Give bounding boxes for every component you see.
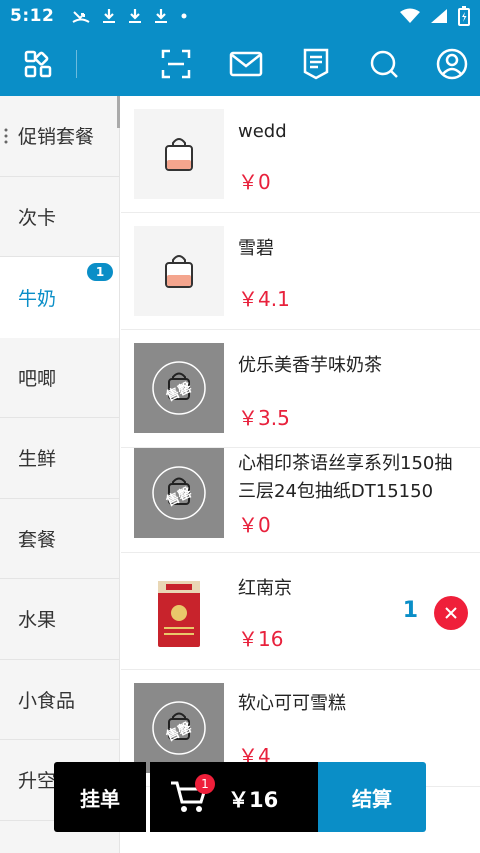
product-quantity: 1 bbox=[402, 598, 418, 623]
sidebar-scrollbar[interactable] bbox=[117, 96, 120, 128]
mail-icon[interactable] bbox=[228, 46, 264, 82]
cart-count-badge: 1 bbox=[195, 774, 215, 794]
category-label: 升空 bbox=[18, 770, 57, 793]
category-item[interactable]: 套餐 bbox=[0, 499, 119, 579]
remove-button[interactable] bbox=[434, 596, 468, 630]
product-name: wedd bbox=[238, 121, 287, 142]
cigarette-pack-icon bbox=[134, 569, 224, 659]
download-icon bbox=[103, 9, 116, 23]
soldout-icon: 售罄 bbox=[134, 448, 224, 538]
product-price: ￥4.1 bbox=[238, 287, 290, 311]
product-item[interactable]: 售罄 心相印茶语丝享系列150抽三层24包抽纸DT15150 ￥0 bbox=[121, 448, 480, 553]
product-name: 雪碧 bbox=[238, 238, 274, 259]
bag-icon bbox=[134, 109, 224, 199]
battery-charging-icon bbox=[458, 6, 470, 26]
product-price: ￥16 bbox=[238, 627, 284, 651]
product-price: ￥3.5 bbox=[238, 406, 290, 430]
missed-call-icon bbox=[72, 11, 90, 23]
checkout-bar: 挂单 1 ￥16 结算 bbox=[54, 762, 426, 832]
category-count-badge: 1 bbox=[87, 263, 113, 281]
category-label: 次卡 bbox=[18, 206, 57, 229]
toolbar bbox=[0, 32, 480, 96]
bag-icon bbox=[134, 226, 224, 316]
status-right-icons bbox=[400, 6, 470, 26]
category-label: 促销套餐 bbox=[18, 126, 95, 149]
product-item[interactable]: 售罄 优乐美香芋味奶茶 ￥3.5 bbox=[121, 330, 480, 448]
download-icon bbox=[129, 9, 142, 23]
category-item-active[interactable]: 牛奶 1 bbox=[0, 257, 119, 338]
cart-total: ￥16 bbox=[228, 788, 279, 812]
product-name: 心相印茶语丝享系列150抽三层24包抽纸DT15150 bbox=[238, 453, 453, 502]
dot-icon bbox=[181, 13, 187, 19]
close-icon bbox=[445, 607, 457, 619]
status-left-icons bbox=[72, 8, 188, 24]
category-item[interactable]: 次卡 bbox=[0, 177, 119, 257]
search-icon[interactable] bbox=[366, 46, 402, 82]
status-time: 5:12 bbox=[10, 6, 55, 26]
wifi-icon bbox=[400, 8, 420, 23]
product-price: ￥0 bbox=[238, 170, 271, 194]
receipt-icon[interactable] bbox=[298, 46, 334, 82]
product-list[interactable]: wedd ￥0 雪碧 ￥4.1 售罄 优乐美香芋味奶茶 ￥3.5 售罄 心相印茶… bbox=[121, 96, 480, 853]
product-name: 软心可可雪糕 bbox=[238, 693, 346, 714]
status-bar: 5:12 bbox=[0, 0, 480, 32]
category-item[interactable]: 水果 bbox=[0, 579, 119, 660]
checkout-button[interactable]: 结算 bbox=[318, 762, 426, 832]
product-item[interactable]: wedd ￥0 bbox=[121, 96, 480, 213]
category-label: 生鲜 bbox=[18, 448, 57, 471]
category-item[interactable]: 吧唧 bbox=[0, 338, 119, 418]
category-item[interactable]: 小食品 bbox=[0, 660, 119, 740]
drag-handle-icon bbox=[4, 128, 8, 144]
product-item[interactable]: 红南京 ￥16 1 bbox=[121, 553, 480, 670]
soldout-icon: 售罄 bbox=[134, 683, 224, 773]
product-name: 优乐美香芋味奶茶 bbox=[238, 355, 382, 376]
category-item[interactable]: 生鲜 bbox=[0, 418, 119, 499]
soldout-icon: 售罄 bbox=[134, 343, 224, 433]
product-item[interactable]: 雪碧 ￥4.1 bbox=[121, 213, 480, 330]
hold-order-button[interactable]: 挂单 bbox=[54, 762, 146, 832]
category-label: 套餐 bbox=[18, 528, 57, 551]
product-name: 红南京 bbox=[238, 578, 292, 599]
category-label: 水果 bbox=[18, 609, 57, 632]
user-icon[interactable] bbox=[434, 46, 470, 82]
category-label: 吧唧 bbox=[18, 367, 57, 390]
signal-icon bbox=[431, 9, 447, 23]
cart-button[interactable]: 1 ￥16 bbox=[150, 762, 318, 832]
category-label: 小食品 bbox=[18, 689, 76, 712]
grid-icon[interactable] bbox=[20, 46, 56, 82]
toolbar-divider bbox=[76, 50, 77, 78]
category-sidebar[interactable]: 促销套餐 次卡 牛奶 1 吧唧 生鲜 套餐 水果 小食品 升空 bbox=[0, 96, 120, 853]
category-label: 牛奶 bbox=[18, 287, 57, 310]
product-price: ￥0 bbox=[238, 513, 271, 537]
scan-icon[interactable] bbox=[158, 46, 194, 82]
download-icon bbox=[155, 9, 168, 23]
category-item[interactable]: 促销套餐 bbox=[0, 96, 119, 177]
